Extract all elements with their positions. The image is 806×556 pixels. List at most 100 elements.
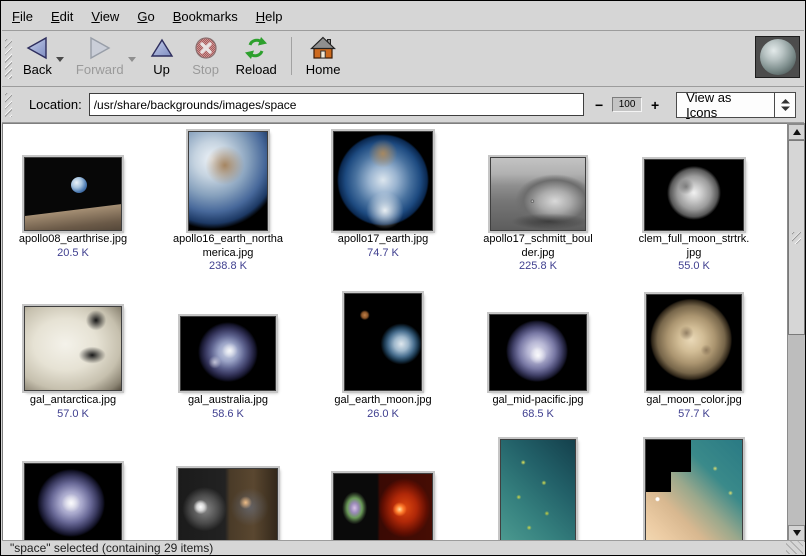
location-input[interactable] [89, 93, 584, 116]
file-label[interactable]: apollo16_earth_northa merica.jpg 238.8 K [156, 233, 300, 274]
location-label: Location: [29, 97, 82, 112]
file-thumbnail-teal-nebula[interactable] [500, 439, 576, 542]
menu-file[interactable]: File [3, 3, 42, 30]
file-label[interactable]: gal_moon_color.jpg 57.7 K [622, 394, 766, 421]
zoom-level-indicator: 100 [612, 97, 642, 112]
file-label[interactable]: gal_antarctica.jpg 57.0 K [2, 394, 145, 421]
file-thumbnail-gal-earth-moon[interactable] [344, 293, 422, 391]
file-name: gal_australia.jpg [156, 394, 300, 408]
reload-button[interactable]: Reload [228, 31, 285, 79]
scrollbar-thumb[interactable] [788, 140, 805, 335]
view-mode-dropdown[interactable]: View as Icons [676, 92, 796, 118]
file-label[interactable]: apollo17_schmitt_boul der.jpg 225.8 K [466, 233, 610, 274]
file-label[interactable]: gal_mid-pacific.jpg 68.5 K [466, 394, 610, 421]
file-thumbnail-nebula-mosaic[interactable] [645, 439, 743, 542]
file-label[interactable]: apollo08_earthrise.jpg 20.5 K [2, 233, 145, 260]
reload-label: Reload [236, 63, 277, 77]
file-name: apollo17_schmitt_boul [466, 233, 610, 247]
file-size: 57.0 K [2, 408, 145, 422]
globe-sphere-icon [760, 39, 796, 75]
back-history-dropdown[interactable] [56, 57, 64, 62]
file-size: 58.6 K [156, 408, 300, 422]
status-text: "space" selected (containing 29 items) [10, 541, 213, 555]
file-name: apollo17_earth.jpg [311, 233, 455, 247]
home-label: Home [306, 63, 341, 77]
dropdown-arrows-icon [775, 99, 795, 111]
menu-edit[interactable]: Edit [42, 3, 82, 30]
up-button[interactable]: Up [140, 31, 184, 79]
file-name: apollo08_earthrise.jpg [2, 233, 145, 247]
file-thumbnail-gal-australia[interactable] [180, 316, 276, 391]
file-thumbnail-apollo16-earth[interactable] [188, 131, 268, 231]
file-name: der.jpg [466, 247, 610, 261]
file-label[interactable]: clem_full_moon_strtrk. jpg 55.0 K [622, 233, 766, 274]
file-size: 26.0 K [311, 408, 455, 422]
file-name: clem_full_moon_strtrk. [622, 233, 766, 247]
file-size: 20.5 K [2, 247, 145, 261]
scroll-up-arrow-icon [793, 129, 801, 135]
file-thumbnail-apollo08-earthrise[interactable] [24, 157, 122, 231]
file-size: 238.8 K [156, 260, 300, 274]
file-label[interactable]: gal_earth_moon.jpg 26.0 K [311, 394, 455, 421]
file-thumbnail-apollo17-earth[interactable] [333, 131, 433, 231]
file-name: gal_mid-pacific.jpg [466, 394, 610, 408]
file-thumbnail-two-nebulae[interactable] [333, 473, 433, 542]
window-resize-grip[interactable] [786, 541, 803, 554]
file-size: 55.0 K [622, 260, 766, 274]
file-name: gal_antarctica.jpg [2, 394, 145, 408]
forward-history-dropdown[interactable] [128, 57, 136, 62]
file-size: 57.7 K [622, 408, 766, 422]
up-label: Up [153, 63, 170, 77]
stop-button[interactable]: Stop [184, 31, 228, 79]
status-bar: "space" selected (containing 29 items) [2, 540, 804, 554]
file-thumbnail-apollo17-schmitt-boulder[interactable] [490, 157, 586, 231]
menu-bar: File Edit View Go Bookmarks Help [2, 2, 804, 30]
scroll-down-arrow-icon [793, 530, 801, 536]
file-name: apollo16_earth_northa [156, 233, 300, 247]
up-icon [150, 35, 174, 61]
back-icon [24, 35, 50, 61]
file-view[interactable]: apollo08_earthrise.jpg 20.5 K apollo16_e… [2, 123, 788, 542]
file-label[interactable]: apollo17_earth.jpg 74.7 K [311, 233, 455, 260]
location-bar: Location: − 100 + View as Icons [2, 87, 804, 122]
throbber-frame [755, 36, 800, 78]
location-bar-drag-handle[interactable] [5, 93, 12, 117]
reload-icon [243, 35, 269, 61]
zoom-out-button[interactable]: − [590, 97, 608, 113]
home-icon [310, 35, 336, 61]
view-mode-label: View as Icons [677, 90, 774, 120]
vertical-scrollbar[interactable] [787, 123, 806, 542]
back-label: Back [23, 63, 52, 77]
toolbar-separator [291, 37, 292, 75]
file-size: 74.7 K [311, 247, 455, 261]
file-thumbnail-gal-mid-pacific[interactable] [489, 314, 587, 391]
back-button[interactable]: Back [15, 31, 60, 79]
zoom-in-button[interactable]: + [646, 97, 664, 113]
menu-bookmarks[interactable]: Bookmarks [164, 3, 247, 30]
file-size: 68.5 K [466, 408, 610, 422]
file-thumbnail-clem-full-moon[interactable] [644, 159, 744, 231]
scroll-down-button[interactable] [788, 525, 805, 541]
menu-go[interactable]: Go [128, 3, 163, 30]
toolbar-drag-handle[interactable] [5, 39, 12, 79]
toolbar: Back Forward Up [2, 31, 804, 86]
file-name: merica.jpg [156, 247, 300, 261]
file-thumbnail-purple-earth[interactable] [24, 463, 122, 542]
file-thumbnail-colliding-galaxies[interactable] [178, 468, 278, 542]
stop-label: Stop [192, 63, 219, 77]
forward-icon [87, 35, 113, 61]
file-label[interactable]: gal_australia.jpg 58.6 K [156, 394, 300, 421]
scroll-up-button[interactable] [788, 124, 805, 140]
file-thumbnail-gal-moon-color[interactable] [646, 294, 742, 391]
file-size: 225.8 K [466, 260, 610, 274]
file-name: gal_earth_moon.jpg [311, 394, 455, 408]
file-manager-window: File Edit View Go Bookmarks Help Back [0, 0, 806, 556]
forward-button[interactable]: Forward [68, 31, 132, 79]
home-button[interactable]: Home [298, 31, 349, 79]
forward-label: Forward [76, 63, 124, 77]
menu-view[interactable]: View [82, 3, 128, 30]
file-name: gal_moon_color.jpg [622, 394, 766, 408]
file-thumbnail-gal-antarctica[interactable] [24, 306, 122, 391]
stop-icon [194, 35, 218, 61]
menu-help[interactable]: Help [247, 3, 292, 30]
